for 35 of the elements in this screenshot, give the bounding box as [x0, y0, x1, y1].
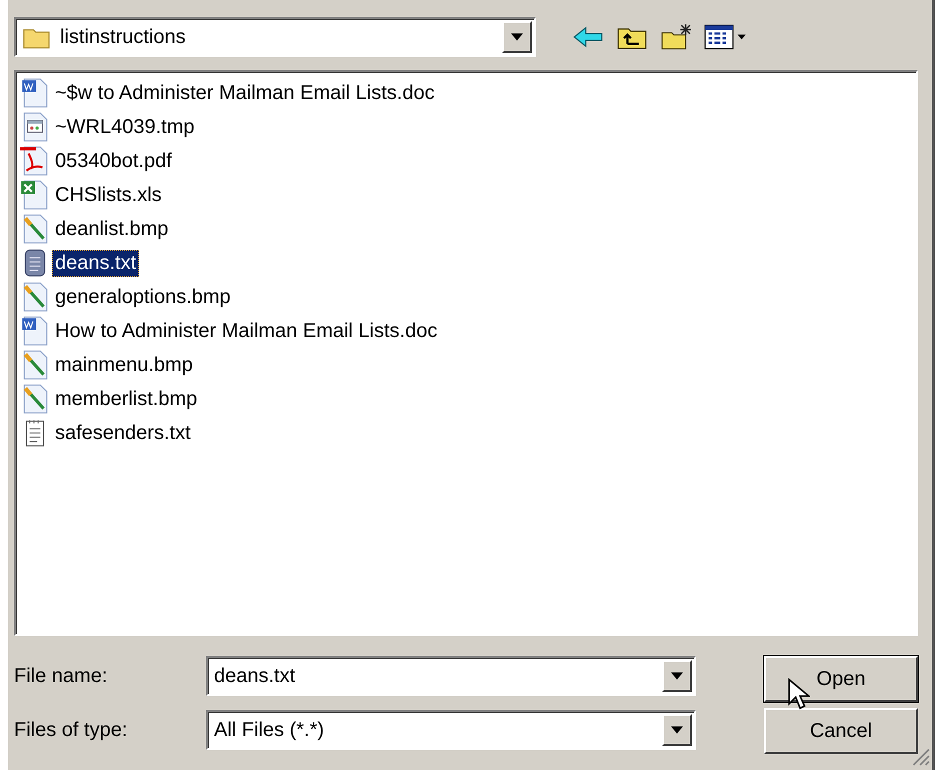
file-name-label: File name: [14, 664, 108, 688]
file-name[interactable]: deanlist.bmp [52, 216, 172, 242]
cancel-button[interactable]: Cancel [764, 708, 918, 754]
word-document-icon [20, 77, 50, 109]
file-list[interactable] [14, 70, 918, 636]
file-type-value: All Files (*.*) [214, 718, 326, 742]
caret-icon [671, 726, 683, 734]
file-name[interactable]: safesenders.txt [52, 420, 194, 446]
dropdown-button[interactable] [662, 714, 692, 746]
look-in-value: listinstructions [60, 26, 187, 48]
file-name[interactable]: ~$w to Administer Mailman Email Lists.doc [52, 80, 438, 106]
file-name-value: deans.txt [214, 664, 296, 688]
file-name[interactable]: generaloptions.bmp [52, 284, 234, 310]
file-name[interactable]: ~WRL4039.tmp [52, 114, 198, 140]
new-folder-icon[interactable] [660, 23, 692, 51]
file-name[interactable]: mainmenu.bmp [52, 352, 196, 378]
dropdown-button[interactable] [502, 21, 532, 53]
caret-icon [511, 33, 523, 41]
view-menu-icon[interactable] [704, 23, 748, 51]
word-document-icon [20, 315, 50, 347]
file-name[interactable]: deans.txt [52, 250, 140, 276]
file-name[interactable]: 05340bot.pdf [52, 148, 175, 174]
spreadsheet-icon [20, 179, 50, 211]
file-type-label: Files of type: [14, 718, 128, 742]
file-name-field[interactable]: deans.txt [206, 656, 696, 696]
look-in-dropdown[interactable]: listinstructions [14, 17, 536, 57]
file-type-dropdown[interactable]: All Files (*.*) [206, 710, 696, 750]
mouse-pointer-icon [788, 678, 810, 712]
file-name[interactable]: memberlist.bmp [52, 386, 200, 412]
caret-icon [671, 672, 683, 680]
pdf-icon [20, 145, 50, 177]
file-name[interactable]: How to Administer Mailman Email Lists.doc [52, 318, 440, 344]
file-name[interactable]: CHSlists.xls [52, 182, 165, 208]
open-button[interactable]: Open [764, 656, 918, 702]
dropdown-button[interactable] [662, 660, 692, 692]
